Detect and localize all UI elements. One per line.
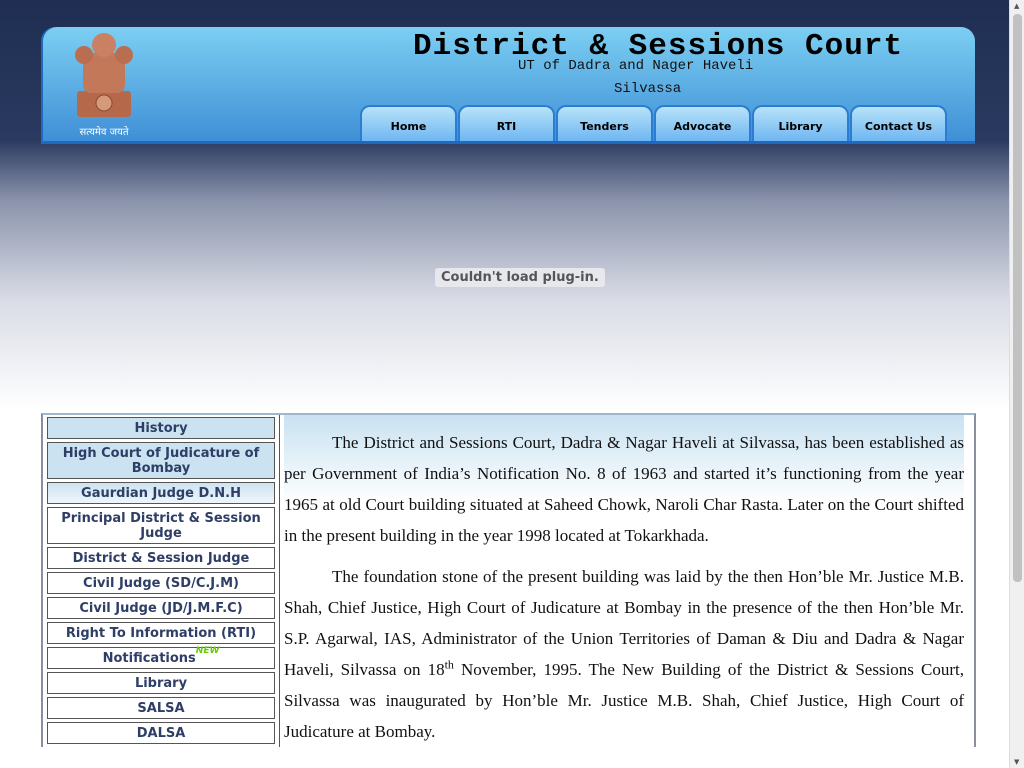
scroll-down-icon[interactable]: ▼ — [1014, 758, 1019, 766]
sidebar-item-dalsa[interactable]: DALSA — [47, 722, 275, 744]
sidebar-item-notifications[interactable]: NotificationsNEW — [47, 647, 275, 669]
nav-tenders[interactable]: Tenders — [556, 105, 653, 141]
ordinal-suffix: th — [444, 657, 454, 672]
sidebar-item-history[interactable]: History — [47, 417, 275, 439]
new-badge-icon: NEW — [195, 646, 220, 656]
sidebar-item-guardian-judge[interactable]: Gaurdian Judge D.N.H — [47, 482, 275, 504]
plugin-error-message: Couldn't load plug-in. — [435, 268, 605, 287]
sidebar-item-library[interactable]: Library — [47, 672, 275, 694]
paragraph-1: The District and Sessions Court, Dadra &… — [284, 433, 964, 545]
nav-rti[interactable]: RTI — [458, 105, 555, 141]
nav-library[interactable]: Library — [752, 105, 849, 141]
sidebar-item-civil-judge-jd[interactable]: Civil Judge (JD/J.M.F.C) — [47, 597, 275, 619]
svg-text:सत्यमेव जयते: सत्यमेव जयते — [79, 126, 128, 138]
sidebar-item-salsa[interactable]: SALSA — [47, 697, 275, 719]
scroll-up-icon[interactable]: ▲ — [1014, 2, 1019, 10]
nav-advocate[interactable]: Advocate — [654, 105, 751, 141]
notifications-label: Notifications — [102, 651, 196, 666]
national-emblem-logo: सत्यमेव जयते — [75, 33, 133, 138]
site-subtitle: UT of Dadra and Nager Haveli — [518, 58, 754, 74]
sidebar-item-principal-judge[interactable]: Principal District & Session Judge — [47, 507, 275, 544]
sidebar-item-high-court[interactable]: High Court of Judicature of Bombay — [47, 442, 275, 479]
history-content: The District and Sessions Court, Dadra &… — [284, 415, 964, 747]
main-nav: Home RTI Tenders Advocate Library Contac… — [360, 105, 947, 141]
nav-home[interactable]: Home — [360, 105, 457, 141]
scrollbar-thumb[interactable] — [1013, 14, 1022, 582]
site-header: सत्यमेव जयते District & Sessions Court U… — [43, 27, 975, 144]
site-city: Silvassa — [614, 81, 682, 97]
sidebar-item-rti[interactable]: Right To Information (RTI) — [47, 622, 275, 644]
sidebar-item-district-judge[interactable]: District & Session Judge — [47, 547, 275, 569]
main-area: History High Court of Judicature of Bomb… — [41, 413, 976, 747]
vertical-scrollbar[interactable]: ▲ ▼ — [1009, 0, 1024, 768]
paragraph-2: The foundation stone of the present buil… — [284, 561, 964, 747]
sidebar: History High Court of Judicature of Bomb… — [43, 415, 280, 747]
nav-contact-us[interactable]: Contact Us — [850, 105, 947, 141]
sidebar-item-civil-judge-sd[interactable]: Civil Judge (SD/C.J.M) — [47, 572, 275, 594]
